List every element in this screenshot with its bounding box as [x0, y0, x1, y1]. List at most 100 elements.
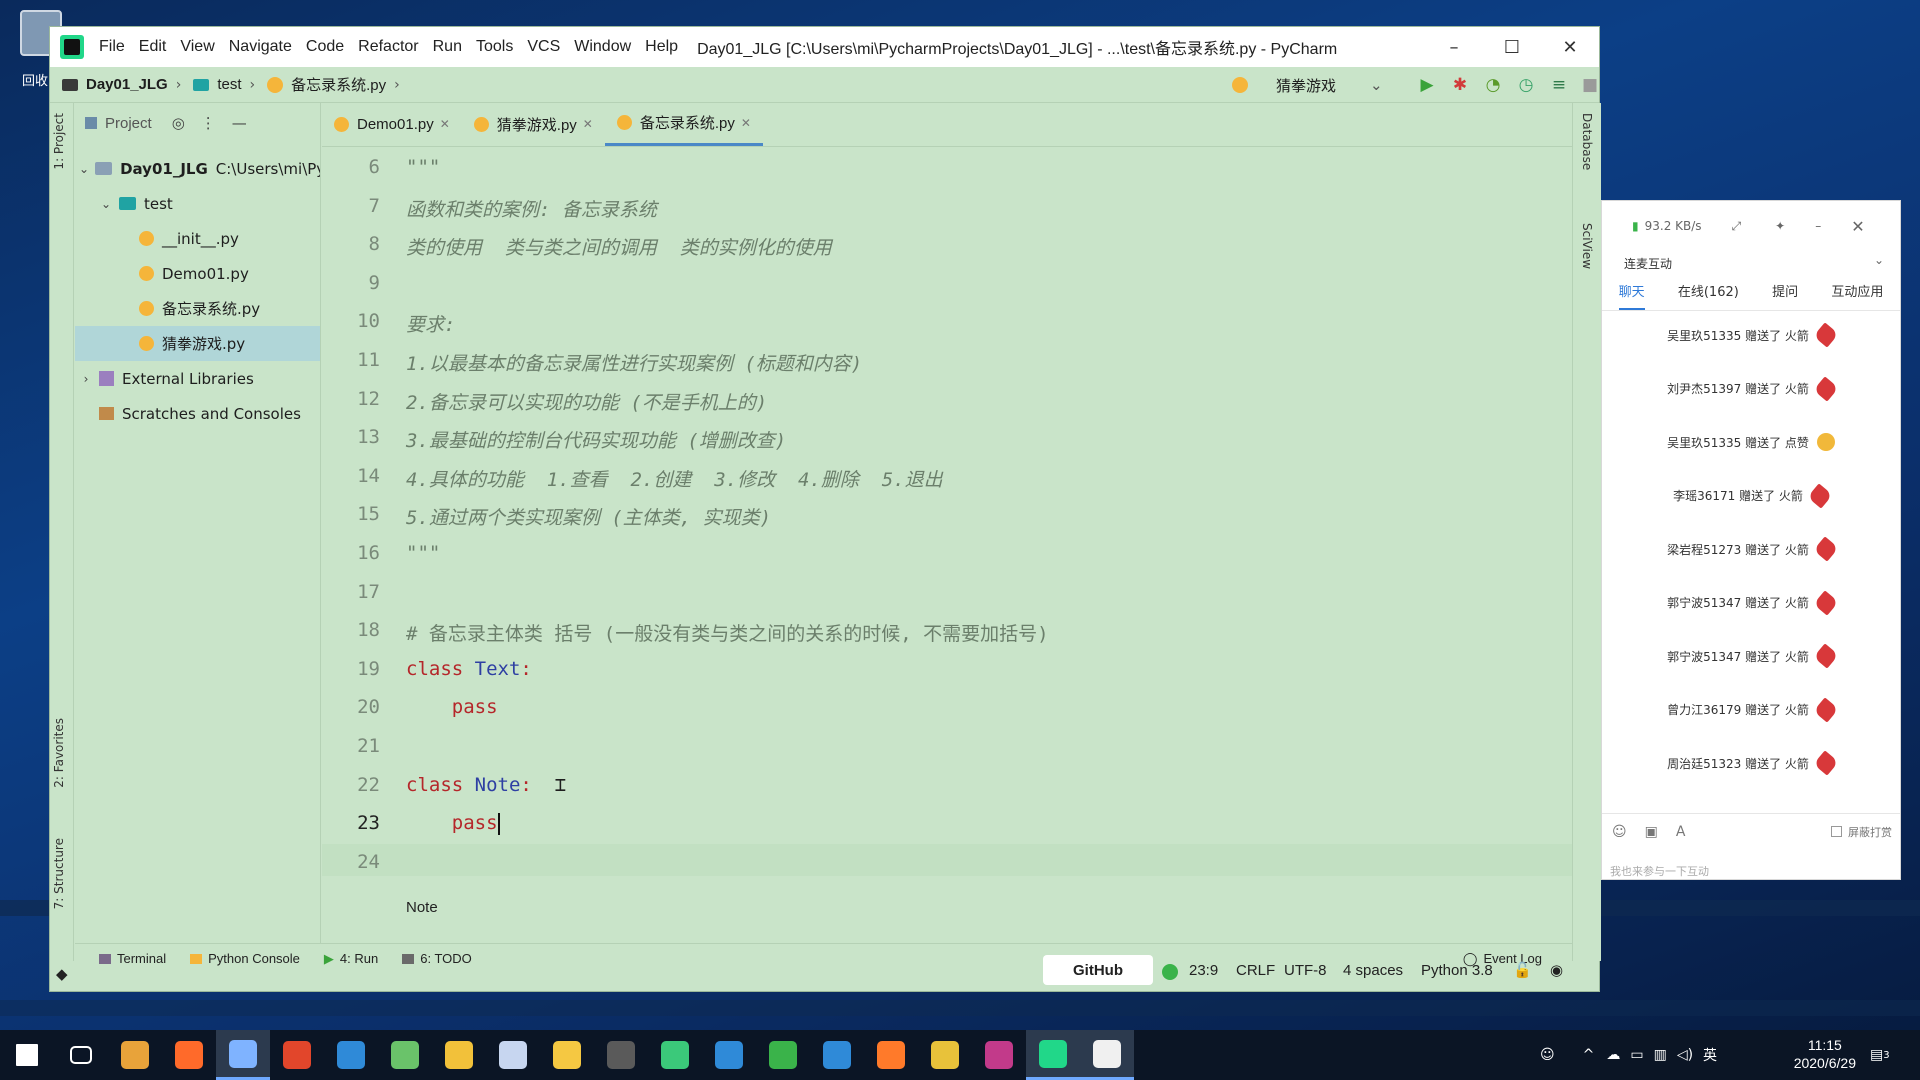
block-gift-checkbox[interactable] — [1831, 826, 1842, 837]
app-h-icon[interactable] — [270, 1030, 324, 1080]
sciview-tool-label[interactable]: SciView — [1580, 223, 1594, 269]
app-git-icon[interactable] — [378, 1030, 432, 1080]
database-tool-label[interactable]: Database — [1580, 113, 1594, 170]
debug-icon[interactable]: ✱ — [1450, 75, 1470, 95]
file-encoding[interactable]: UTF-8 — [1284, 955, 1327, 985]
close-chat-icon[interactable]: ✕ — [1851, 217, 1864, 236]
chat-tab-apps[interactable]: 互动应用 — [1831, 281, 1883, 310]
maximize-button[interactable]: ☐ — [1483, 27, 1541, 67]
breadcrumb-folder[interactable]: test — [217, 76, 241, 93]
font-icon[interactable]: A — [1676, 824, 1686, 840]
emoji-icon[interactable]: ☺ — [1612, 824, 1627, 840]
locate-icon[interactable]: ◎ — [172, 114, 185, 132]
menu-navigate[interactable]: Navigate — [222, 38, 299, 56]
close-tab-icon[interactable]: ✕ — [583, 117, 593, 131]
intellij-icon[interactable] — [972, 1030, 1026, 1080]
clock[interactable]: 11:15 2020/6/29 — [1794, 1036, 1856, 1072]
tree-item-external-libraries[interactable]: › External Libraries — [75, 361, 320, 396]
menu-refactor[interactable]: Refactor — [351, 38, 425, 56]
battery-icon[interactable]: ▭ — [1630, 1047, 1643, 1063]
start-icon[interactable] — [0, 1030, 54, 1080]
chat-input[interactable]: 我也来参与一下互动 — [1610, 863, 1709, 879]
chevron-right-icon[interactable]: › — [79, 372, 93, 386]
tree-item-scratches[interactable]: Scratches and Consoles — [75, 396, 320, 431]
stop-icon[interactable]: ■ — [1580, 75, 1600, 95]
terminal-tab[interactable]: Terminal — [99, 951, 166, 966]
tree-item-memo[interactable]: 备忘录系统.py — [75, 291, 320, 326]
image-icon[interactable]: ▣ — [1645, 824, 1658, 840]
python-interpreter[interactable]: Python 3.8 — [1421, 955, 1493, 985]
ime-indicator[interactable]: 英 — [1703, 1045, 1717, 1065]
menu-vcs[interactable]: VCS — [520, 38, 567, 56]
inspector-icon[interactable]: ◉ — [1550, 955, 1563, 985]
line-separator[interactable]: CRLF — [1236, 955, 1275, 985]
pin-icon[interactable]: ✦ — [1775, 219, 1785, 233]
firefox-icon[interactable] — [864, 1030, 918, 1080]
project-view-select[interactable]: Project — [105, 115, 152, 132]
cloud-icon[interactable]: ☁ — [1606, 1047, 1620, 1063]
edge-icon[interactable] — [810, 1030, 864, 1080]
expand-arrow-icon[interactable]: ⌄ — [79, 162, 89, 176]
menu-edit[interactable]: Edit — [132, 38, 174, 56]
lock-icon[interactable]: 🔓 — [1513, 955, 1532, 985]
minimize-chat-icon[interactable]: – — [1815, 219, 1821, 233]
menu-tools[interactable]: Tools — [469, 38, 520, 56]
chevron-down-icon[interactable]: ⌄ — [1874, 253, 1884, 267]
github-badge[interactable]: GitHub — [1043, 955, 1153, 985]
indent-setting[interactable]: 4 spaces — [1343, 955, 1403, 985]
network-icon[interactable]: ▥ — [1654, 1047, 1667, 1063]
people-icon[interactable]: ☺ — [1540, 1047, 1555, 1063]
expand-arrow-icon[interactable]: ⌄ — [99, 197, 113, 211]
pycharm-icon[interactable] — [1026, 1030, 1080, 1080]
breadcrumb-project[interactable]: Day01_JLG — [86, 76, 168, 93]
tool-window-toggle-icon[interactable]: ◆ — [56, 959, 68, 989]
minimize-button[interactable]: – — [1425, 27, 1483, 67]
run-icon[interactable]: ▶ — [1417, 75, 1437, 95]
tree-item-init[interactable]: __init__.py — [75, 221, 320, 256]
chat-tab-questions[interactable]: 提问 — [1772, 281, 1798, 310]
tree-item-game[interactable]: 猜拳游戏.py — [75, 326, 320, 361]
tree-item-root[interactable]: ⌄ Day01_JLG C:\Users\mi\Py — [75, 151, 320, 186]
wechat-icon[interactable] — [756, 1030, 810, 1080]
python-console-tab[interactable]: Python Console — [190, 951, 300, 966]
app-pet-icon[interactable] — [540, 1030, 594, 1080]
close-tab-icon[interactable]: ✕ — [440, 117, 450, 131]
app-flower-icon[interactable] — [486, 1030, 540, 1080]
coverage-icon[interactable]: ◔ — [1483, 75, 1503, 95]
tree-item-demo01[interactable]: Demo01.py — [75, 256, 320, 291]
live-icon[interactable] — [1080, 1030, 1134, 1080]
expand-icon[interactable]: ⤢ — [1732, 219, 1742, 234]
app-star-icon[interactable] — [702, 1030, 756, 1080]
collapse-icon[interactable]: — — [232, 114, 247, 132]
concurrency-icon[interactable]: ≡ — [1549, 75, 1569, 95]
explorer-icon[interactable] — [432, 1030, 486, 1080]
vscode-icon[interactable] — [324, 1030, 378, 1080]
close-button[interactable]: ✕ — [1541, 27, 1599, 67]
volume-icon[interactable]: ◁) — [1677, 1047, 1693, 1063]
app-green-icon[interactable] — [648, 1030, 702, 1080]
chat-section-title[interactable]: 连麦互动 — [1624, 255, 1672, 272]
app-g-icon[interactable] — [108, 1030, 162, 1080]
menu-view[interactable]: View — [173, 38, 221, 56]
menu-code[interactable]: Code — [299, 38, 351, 56]
notification-icon[interactable]: ▤ 3 — [1870, 1030, 1890, 1080]
editor-breadcrumb[interactable]: Note — [406, 899, 438, 916]
project-tool-label[interactable]: 1: Project — [52, 113, 66, 170]
chat-tab-chat[interactable]: 聊天 — [1618, 281, 1645, 310]
task-view-icon[interactable] — [54, 1030, 108, 1080]
menu-window[interactable]: Window — [567, 38, 638, 56]
more-icon[interactable]: ⋮ — [201, 114, 216, 132]
chevron-up-icon[interactable]: ^ — [1583, 1047, 1595, 1063]
favorites-tool-label[interactable]: 2: Favorites — [52, 718, 66, 788]
run-config-select[interactable]: 猜拳游戏 ⌄ — [1228, 71, 1398, 99]
tab-game[interactable]: 猜拳游戏.py ✕ — [462, 102, 605, 146]
breadcrumb-file[interactable]: 备忘录系统.py — [291, 74, 386, 95]
menu-file[interactable]: File — [92, 38, 132, 56]
todo-tab[interactable]: 6: TODO — [402, 951, 472, 966]
chrome-icon[interactable] — [918, 1030, 972, 1080]
menu-help[interactable]: Help — [638, 38, 685, 56]
app-red-icon[interactable] — [162, 1030, 216, 1080]
caret-position[interactable]: 23:9 — [1189, 955, 1218, 985]
code-editor[interactable]: 6 """ 7 函数和类的案例: 备忘录系统 8 类的使用 类与类之间的调用 类的实例化的… — [322, 147, 1572, 916]
close-tab-icon[interactable]: ✕ — [741, 116, 751, 130]
